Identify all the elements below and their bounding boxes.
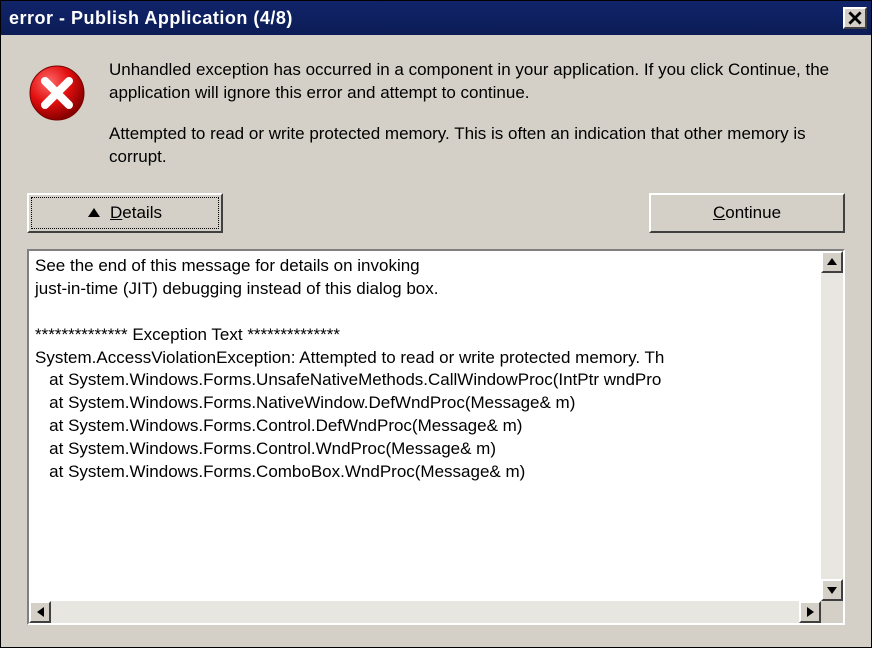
scrollbar-corner: [821, 601, 843, 623]
hscroll-track[interactable]: [51, 601, 799, 623]
horizontal-scrollbar[interactable]: [29, 601, 843, 623]
message-area: Unhandled exception has occurred in a co…: [1, 35, 871, 179]
details-panel: See the end of this message for details …: [27, 249, 845, 625]
titlebar: error - Publish Application (4/8): [1, 1, 871, 35]
details-button-label: Details: [110, 203, 162, 223]
message-line-1: Unhandled exception has occurred in a co…: [109, 59, 845, 105]
collapse-icon: [88, 208, 100, 217]
arrow-left-icon: [37, 607, 44, 617]
close-button[interactable]: [843, 7, 867, 29]
vscroll-track[interactable]: [821, 273, 843, 579]
scroll-left-button[interactable]: [29, 601, 51, 623]
arrow-down-icon: [827, 587, 837, 594]
message-line-2: Attempted to read or write protected mem…: [109, 123, 845, 169]
close-icon: [848, 11, 862, 25]
scroll-down-button[interactable]: [821, 579, 843, 601]
details-button[interactable]: Details: [27, 193, 223, 233]
error-icon: [27, 63, 87, 123]
continue-button-label: Continue: [713, 203, 781, 223]
window-title: error - Publish Application (4/8): [9, 8, 293, 29]
arrow-right-icon: [807, 607, 814, 617]
continue-button[interactable]: Continue: [649, 193, 845, 233]
scroll-right-button[interactable]: [799, 601, 821, 623]
message-text: Unhandled exception has occurred in a co…: [109, 59, 845, 169]
vertical-scrollbar[interactable]: [821, 251, 843, 601]
arrow-up-icon: [827, 258, 837, 265]
scroll-up-button[interactable]: [821, 251, 843, 273]
button-row: Details Continue: [1, 179, 871, 249]
error-dialog-window: error - Publish Application (4/8) Unhand…: [0, 0, 872, 648]
exception-details-text[interactable]: See the end of this message for details …: [29, 251, 821, 601]
